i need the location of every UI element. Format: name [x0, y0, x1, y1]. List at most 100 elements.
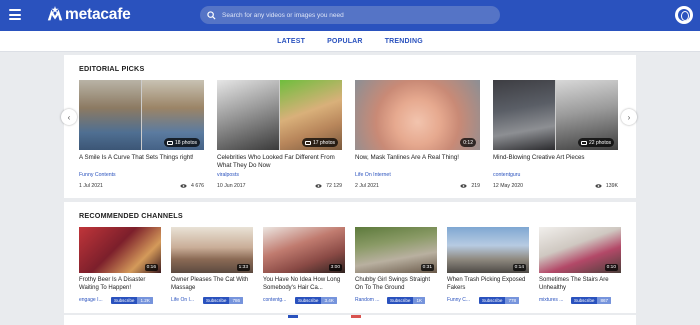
- section-title: EDITORIAL PICKS: [79, 64, 145, 73]
- card-title[interactable]: Mind-Blowing Creative Art Pieces: [493, 154, 618, 170]
- metacafe-logo-icon: [47, 6, 63, 21]
- card-thumbnail[interactable]: 22 photos: [493, 80, 618, 150]
- card-views: 4 676: [180, 183, 204, 189]
- card-views: 139K: [595, 183, 618, 189]
- tab-trending[interactable]: TRENDING: [385, 38, 423, 45]
- subscribe-button[interactable]: Subscribe 778: [479, 296, 520, 304]
- card-date: 12 May 2020: [493, 183, 523, 189]
- subscribe-button[interactable]: Subscribe 1K: [387, 296, 426, 304]
- subscriber-count: 1.2K: [137, 296, 153, 304]
- card-date: 2 Jul 2021: [355, 183, 379, 189]
- search-bar[interactable]: [200, 6, 500, 24]
- channel-footer: mixtures ... Subscribe 867: [539, 296, 621, 304]
- duration-badge: 0:12: [460, 138, 476, 147]
- card-title[interactable]: Celebrities Who Looked Far Different Fro…: [217, 154, 342, 170]
- editorial-card[interactable]: 0:12 Now, Mask Tanlines Are A Real Thing…: [355, 80, 480, 189]
- card-source[interactable]: contentguru: [493, 172, 520, 178]
- metacafe-logo[interactable]: metacafe: [46, 4, 131, 26]
- camera-icon: [167, 140, 174, 145]
- tab-latest[interactable]: LATEST: [277, 38, 305, 45]
- subscriber-count: 778: [505, 296, 520, 304]
- channel-card[interactable]: 1:33 Owner Pleases The Cat With Massage …: [171, 227, 253, 304]
- channel-name[interactable]: Random ...: [355, 297, 385, 303]
- photo-count-badge: 18 photos: [164, 138, 200, 147]
- channel-footer: Random ... Subscribe 1K: [355, 296, 437, 304]
- chevron-right-icon[interactable]: ›: [621, 109, 637, 125]
- top-header: metacafe: [0, 0, 700, 31]
- duration-badge: 0:16: [144, 264, 158, 271]
- duration-badge: 0:14: [512, 264, 526, 271]
- video-title[interactable]: When Trash Picking Exposed Fakers: [447, 276, 529, 292]
- duration-badge: 0:10: [604, 264, 618, 271]
- channel-card[interactable]: 0:10 Sometimes The Stairs Are Unhealthy …: [539, 227, 621, 304]
- eye-icon: [315, 184, 322, 188]
- card-date: 1 Jul 2021: [79, 183, 103, 189]
- card-title[interactable]: Now, Mask Tanlines Are A Real Thing!: [355, 154, 480, 170]
- channel-name[interactable]: Funny C...: [447, 297, 477, 303]
- eye-icon: [180, 184, 187, 188]
- card-date: 10 Jun 2017: [217, 183, 246, 189]
- search-icon: [207, 10, 216, 20]
- channel-footer: Life On I... Subscribe 786: [171, 296, 253, 304]
- card-source[interactable]: viralposts: [217, 172, 239, 178]
- channel-card[interactable]: 0:16 Frothy Beer Is A Disaster Waiting T…: [79, 227, 161, 304]
- chevron-left-icon[interactable]: ‹: [61, 109, 77, 125]
- video-thumbnail[interactable]: 0:16: [79, 227, 161, 273]
- subscriber-count: 1K: [413, 296, 426, 304]
- eye-icon: [460, 184, 467, 188]
- user-icon[interactable]: [675, 6, 693, 24]
- subscriber-count: 786: [229, 296, 244, 304]
- editorial-picks-section: EDITORIAL PICKS 18 photos A Smile Is A C…: [64, 55, 636, 198]
- editorial-card[interactable]: 17 photos Celebrities Who Looked Far Dif…: [217, 80, 342, 189]
- channel-card[interactable]: 0:31 Chubby Girl Swings Straight On To T…: [355, 227, 437, 304]
- card-views: 72 129: [315, 183, 342, 189]
- recommended-channels-section: RECOMMENDED CHANNELS 0:16 Frothy Beer Is…: [64, 202, 636, 313]
- subscribe-button[interactable]: Subscribe 867: [571, 296, 612, 304]
- card-thumbnail[interactable]: 18 photos: [79, 80, 204, 150]
- tab-popular[interactable]: POPULAR: [327, 38, 363, 45]
- video-title[interactable]: Chubby Girl Swings Straight On To The Gr…: [355, 276, 437, 292]
- channel-footer: engage I... Subscribe 1.2K: [79, 296, 161, 304]
- video-thumbnail[interactable]: 0:14: [447, 227, 529, 273]
- channel-footer: contentg... Subscribe 3.4K: [263, 296, 345, 304]
- card-source[interactable]: Life On Internet: [355, 172, 391, 178]
- card-title[interactable]: A Smile Is A Curve That Sets Things righ…: [79, 154, 204, 170]
- section-tab-indicator: [288, 315, 298, 318]
- channel-footer: Funny C... Subscribe 778: [447, 296, 529, 304]
- video-thumbnail[interactable]: 3:00: [263, 227, 345, 273]
- subscriber-count: 3.4K: [321, 296, 337, 304]
- logo-text: metacafe: [65, 6, 131, 23]
- channel-name[interactable]: contentg...: [263, 297, 293, 303]
- channel-card[interactable]: 0:14 When Trash Picking Exposed Fakers F…: [447, 227, 529, 304]
- editorial-card[interactable]: 18 photos A Smile Is A Curve That Sets T…: [79, 80, 204, 189]
- camera-icon: [305, 140, 312, 145]
- photo-count-badge: 22 photos: [578, 138, 614, 147]
- search-input[interactable]: [222, 11, 492, 19]
- video-thumbnail[interactable]: 0:31: [355, 227, 437, 273]
- video-title[interactable]: Owner Pleases The Cat With Massage: [171, 276, 253, 292]
- duration-badge: 1:33: [236, 264, 250, 271]
- video-thumbnail[interactable]: 1:33: [171, 227, 253, 273]
- card-views: 219: [460, 183, 480, 189]
- card-source[interactable]: Funny Contents: [79, 172, 116, 178]
- subscribe-button[interactable]: Subscribe 786: [203, 296, 244, 304]
- video-title[interactable]: Sometimes The Stairs Are Unhealthy: [539, 276, 621, 292]
- category-tabs: LATEST POPULAR TRENDING: [0, 31, 700, 52]
- camera-icon: [581, 140, 588, 145]
- channel-name[interactable]: Life On I...: [171, 297, 201, 303]
- subscriber-count: 867: [597, 296, 612, 304]
- video-title[interactable]: Frothy Beer Is A Disaster Waiting To Hap…: [79, 276, 161, 292]
- card-thumbnail[interactable]: 0:12: [355, 80, 480, 150]
- channel-name[interactable]: mixtures ...: [539, 297, 569, 303]
- subscribe-button[interactable]: Subscribe 3.4K: [295, 296, 337, 304]
- next-section-peek: [64, 315, 636, 325]
- subscribe-button[interactable]: Subscribe 1.2K: [111, 296, 153, 304]
- card-thumbnail[interactable]: 17 photos: [217, 80, 342, 150]
- menu-icon[interactable]: [9, 9, 21, 20]
- channel-card[interactable]: 3:00 You Have No Idea How Long Somebody'…: [263, 227, 345, 304]
- section-tab-indicator: [351, 315, 361, 318]
- editorial-card[interactable]: 22 photos Mind-Blowing Creative Art Piec…: [493, 80, 618, 189]
- channel-name[interactable]: engage I...: [79, 297, 109, 303]
- video-thumbnail[interactable]: 0:10: [539, 227, 621, 273]
- video-title[interactable]: You Have No Idea How Long Somebody's Hai…: [263, 276, 345, 292]
